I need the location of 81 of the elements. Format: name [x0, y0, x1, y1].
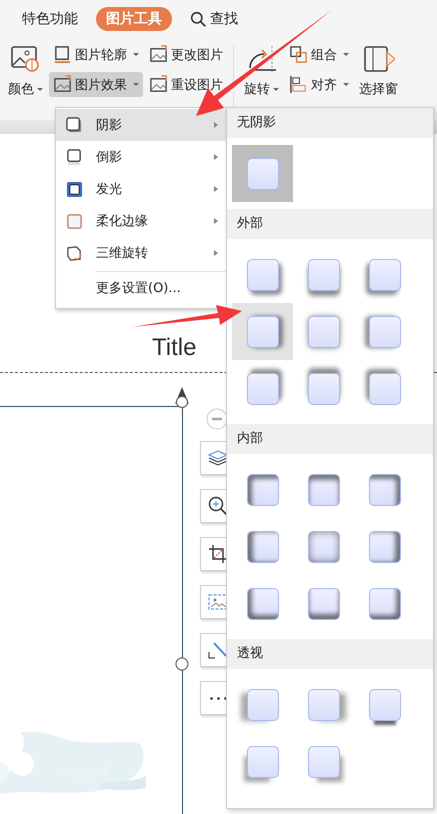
- caret-icon: [37, 88, 43, 90]
- shadow-swatch-icon: [308, 372, 340, 404]
- image-icon: [149, 45, 168, 64]
- shadow-swatch-icon: [308, 530, 340, 562]
- section-header: 内部: [227, 424, 433, 454]
- square-swatch-icon: [246, 158, 278, 190]
- slide-title: Title: [152, 334, 196, 362]
- shadow-swatch-icon: [308, 474, 340, 506]
- shadow-swatch-icon: [368, 530, 400, 562]
- soft-edge-icon: [66, 212, 83, 230]
- ribbon-button[interactable]: 重设图片: [145, 72, 227, 97]
- picture-color-icon: [10, 44, 42, 74]
- menu-item[interactable]: 柔化边缘: [56, 205, 228, 237]
- crop-icon: [208, 544, 228, 564]
- collapse-icon[interactable]: [206, 408, 228, 430]
- shadow-swatch-icon: [368, 316, 400, 348]
- shadow-swatch-icon: [368, 688, 400, 720]
- menu-item[interactable]: 三维旋转: [56, 237, 228, 269]
- resize-handle[interactable]: [175, 657, 189, 671]
- shadow-swatch-icon: [308, 746, 340, 778]
- shadow-swatch-icon: [308, 588, 340, 620]
- submenu-arrow-icon: [214, 250, 218, 256]
- caret-icon: [273, 88, 279, 90]
- caret-icon: [133, 83, 139, 86]
- menu-item[interactable]: 更多设置(O)...: [56, 272, 228, 304]
- rotate-3d-icon: [66, 244, 83, 262]
- section-header: 无阴影: [227, 108, 433, 138]
- align-icon: [289, 75, 308, 94]
- rotate-handle[interactable]: [174, 386, 190, 408]
- reflection-icon: [66, 148, 83, 166]
- menu-item[interactable]: 倒影: [56, 141, 228, 173]
- shadow-swatch-icon: [308, 258, 340, 290]
- shadow-swatch-icon: [308, 316, 340, 348]
- ribbon-button[interactable]: 更改图片: [145, 42, 227, 67]
- ribbon-button[interactable]: 颜色: [4, 42, 47, 100]
- shadow-swatch-icon: [246, 688, 278, 720]
- shadow-swatch-icon: [368, 372, 400, 404]
- submenu-arrow-icon: [214, 154, 218, 160]
- shadow-swatch-icon: [246, 746, 278, 778]
- submenu-arrow-icon: [214, 122, 218, 128]
- search-icon: [190, 10, 207, 28]
- ribbon-tab[interactable]: 特色功能: [12, 7, 88, 31]
- more-icon: [210, 696, 226, 700]
- ribbon-button[interactable]: 图片轮廓: [49, 42, 143, 67]
- shadow-icon: [66, 116, 83, 134]
- shadow-swatch-icon: [246, 588, 278, 620]
- image-icon: [53, 75, 72, 94]
- menu-item[interactable]: 发光: [56, 173, 228, 205]
- shadow-swatch-icon: [246, 530, 278, 562]
- shadow-swatch-icon: [246, 474, 278, 506]
- image-icon: [208, 592, 228, 612]
- shadow-preset[interactable]: [232, 303, 293, 360]
- ribbon-button[interactable]: 对齐: [285, 72, 353, 97]
- shadow-swatch-icon: [368, 474, 400, 506]
- search-tab[interactable]: 查找: [180, 7, 248, 31]
- ribbon-button[interactable]: 选择窗: [355, 42, 402, 100]
- section-header: 透视: [227, 639, 433, 669]
- pane-icon: [362, 44, 394, 74]
- zoom-in-icon: [208, 496, 228, 516]
- shadow-swatch-icon: [368, 588, 400, 620]
- caret-icon: [343, 53, 349, 56]
- caret-icon: [133, 53, 139, 56]
- image-icon: [149, 75, 168, 94]
- submenu-arrow-icon: [214, 186, 218, 192]
- shadow-swatch-icon: [308, 688, 340, 720]
- magic-wand-icon: [208, 640, 228, 660]
- layers-icon: [208, 448, 228, 468]
- shadow-swatch-icon: [246, 316, 278, 348]
- group-icon: [289, 45, 308, 64]
- ribbon-button[interactable]: 图片效果: [49, 72, 143, 97]
- outline-icon: [53, 45, 72, 64]
- submenu-arrow-icon: [214, 218, 218, 224]
- shadow-preset[interactable]: [232, 145, 293, 202]
- shadow-swatch-icon: [246, 372, 278, 404]
- shadow-swatch-icon: [246, 258, 278, 290]
- section-header: 外部: [227, 209, 433, 239]
- ribbon-button[interactable]: 组合: [285, 42, 353, 67]
- caret-icon: [343, 83, 349, 86]
- shadow-swatch-icon: [368, 258, 400, 290]
- glow-icon: [66, 180, 83, 198]
- menu-item[interactable]: 阴影: [56, 109, 228, 141]
